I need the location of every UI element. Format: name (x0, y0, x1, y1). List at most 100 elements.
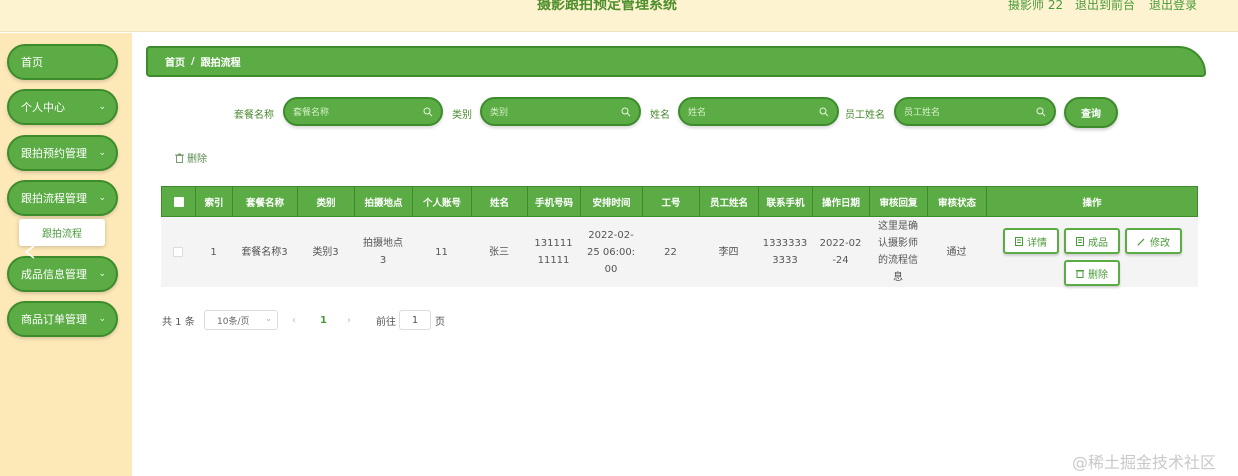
column-header: 操作 (1082, 197, 1102, 209)
cell-location: 拍摄地点3 (363, 238, 403, 266)
chevron-down-icon: ⌄ (98, 314, 106, 324)
cell-status: 通过 (946, 246, 967, 258)
column-header: 操作日期 (813, 187, 870, 216)
top-header: 摄影跟拍预定管理系统 摄影师 22 退出到前台 退出登录 (0, 0, 1238, 32)
column-header: 个人账号 (413, 187, 472, 216)
data-table: 索引 套餐名称 类别 拍摄地点 个人账号 姓名 手机号码 安排时间 工号 员工姓… (161, 186, 1198, 302)
sidebar-item-label: 商品订单管理 (21, 313, 87, 326)
select-all-checkbox[interactable] (173, 196, 184, 207)
cell-phone: 13111111111 (534, 238, 573, 266)
column-header: 安排时间 (581, 187, 643, 216)
category-placeholder: 类别 (490, 108, 509, 118)
chevron-down-icon: ⌄ (98, 148, 106, 158)
category-label: 类别 (452, 110, 472, 121)
name-input[interactable]: 姓名 (678, 97, 839, 126)
row-checkbox[interactable] (173, 247, 183, 257)
next-page-icon[interactable]: › (347, 310, 351, 330)
page-suffix: 页 (435, 316, 445, 328)
cell-package: 套餐名称3 (241, 246, 288, 258)
column-header: 审核回复 (870, 187, 928, 216)
header-select-all[interactable] (162, 187, 196, 216)
cell-account: 11 (435, 246, 448, 258)
sidebar-item-label: 跟拍预约管理 (21, 147, 87, 160)
sidebar-item-label: 首页 (21, 56, 43, 69)
column-header: 工号 (643, 187, 700, 216)
chevron-down-icon: ⌄ (98, 102, 106, 112)
cell-op-date: 2022-02-24 (819, 238, 862, 266)
column-header: 类别 (298, 187, 355, 216)
cell-staff-no: 22 (664, 246, 677, 258)
sidebar-item-orders[interactable]: 商品订单管理 ⌄ (7, 301, 118, 337)
document-icon (1076, 236, 1084, 246)
row-delete-label: 删除 (1088, 269, 1108, 281)
category-input[interactable]: 类别 (480, 97, 641, 126)
goto-page-input[interactable]: 1 (399, 310, 431, 330)
current-user: 摄影师 22 (1008, 0, 1064, 12)
back-to-front-link[interactable]: 退出到前台 (1075, 0, 1135, 11)
trash-icon (1076, 269, 1084, 278)
logout-link[interactable]: 退出登录 (1149, 0, 1197, 11)
table-header: 索引 套餐名称 类别 拍摄地点 个人账号 姓名 手机号码 安排时间 工号 员工姓… (161, 186, 1198, 217)
package-name-input[interactable]: 套餐名称 (283, 97, 443, 126)
edit-button[interactable]: 修改 (1125, 228, 1182, 254)
app-title: 摄影跟拍预定管理系统 (537, 0, 677, 13)
submenu-item-process[interactable]: 跟拍流程 (19, 219, 105, 246)
chevron-down-icon: ⌄ (98, 193, 106, 203)
watermark: @稀土掘金技术社区 (1072, 453, 1217, 472)
batch-delete-label: 删除 (187, 154, 207, 165)
right-edge (1206, 33, 1238, 476)
sidebar-item-label: 成品信息管理 (21, 268, 87, 281)
query-button[interactable]: 查询 (1064, 97, 1118, 128)
breadcrumb-current: 跟拍流程 (200, 58, 241, 69)
cell-index: 1 (210, 246, 217, 258)
row-delete-button[interactable]: 删除 (1064, 260, 1120, 286)
detail-button[interactable]: 详情 (1003, 228, 1059, 254)
collapse-arrow-icon (24, 245, 35, 259)
column-header: 审核状态 (928, 187, 987, 216)
column-header: 索引 (196, 187, 233, 216)
page-size-value: 10条/页 (217, 316, 250, 327)
product-button[interactable]: 成品 (1064, 228, 1120, 254)
chevron-down-icon: ⌄ (265, 314, 272, 323)
cell-staff-name: 李四 (718, 246, 739, 258)
search-icon (621, 107, 631, 117)
staff-name-label: 员工姓名 (845, 110, 885, 121)
package-name-label: 套餐名称 (234, 110, 274, 121)
row-select-cell[interactable] (161, 217, 195, 287)
search-icon (819, 107, 829, 117)
name-placeholder: 姓名 (688, 108, 707, 118)
breadcrumb-home[interactable]: 首页 (165, 54, 185, 69)
current-page[interactable]: 1 (320, 310, 327, 330)
staff-name-input[interactable]: 员工姓名 (894, 97, 1056, 126)
edit-label: 修改 (1150, 237, 1170, 249)
cell-reply: 这里是确认摄影师的流程信息 (878, 221, 918, 283)
breadcrumb: 首页 / 跟拍流程 (146, 46, 1206, 77)
sidebar-item-label: 跟拍流程管理 (21, 192, 87, 205)
chevron-down-icon: ⌄ (98, 269, 106, 279)
cell-contact: 13333333333 (762, 238, 808, 266)
sidebar: 首页 个人中心 ⌄ 跟拍预约管理 ⌄ 跟拍流程管理 ⌄ 成品信息管理 ⌄ 商品订… (0, 33, 132, 476)
staff-name-placeholder: 员工姓名 (904, 108, 941, 118)
name-label: 姓名 (650, 110, 670, 121)
search-icon (423, 107, 433, 117)
column-header: 手机号码 (528, 187, 581, 216)
column-header: 联系手机 (759, 187, 813, 216)
document-icon (1015, 236, 1023, 246)
column-header: 姓名 (472, 187, 528, 216)
sidebar-item-home[interactable]: 首页 (7, 44, 118, 80)
batch-delete-button[interactable]: 删除 (175, 150, 207, 165)
column-header: 员工姓名 (700, 187, 759, 216)
package-name-placeholder: 套餐名称 (293, 108, 330, 118)
column-header: 拍摄地点 (355, 187, 413, 216)
sidebar-item-products[interactable]: 成品信息管理 ⌄ (7, 256, 118, 292)
goto-label: 前往 (376, 316, 396, 328)
sidebar-item-personal-center[interactable]: 个人中心 ⌄ (7, 89, 118, 125)
sidebar-item-process[interactable]: 跟拍流程管理 ⌄ (7, 180, 118, 216)
page-size-select[interactable]: 10条/页 ⌄ (204, 310, 278, 330)
sidebar-item-booking[interactable]: 跟拍预约管理 ⌄ (7, 135, 118, 171)
sidebar-item-label: 个人中心 (21, 101, 65, 114)
prev-page-icon[interactable]: ‹ (292, 310, 296, 330)
trash-icon (175, 153, 184, 163)
cell-schedule: 2022-02-25 06:00:00 (586, 229, 636, 275)
cell-category: 类别3 (312, 246, 339, 258)
